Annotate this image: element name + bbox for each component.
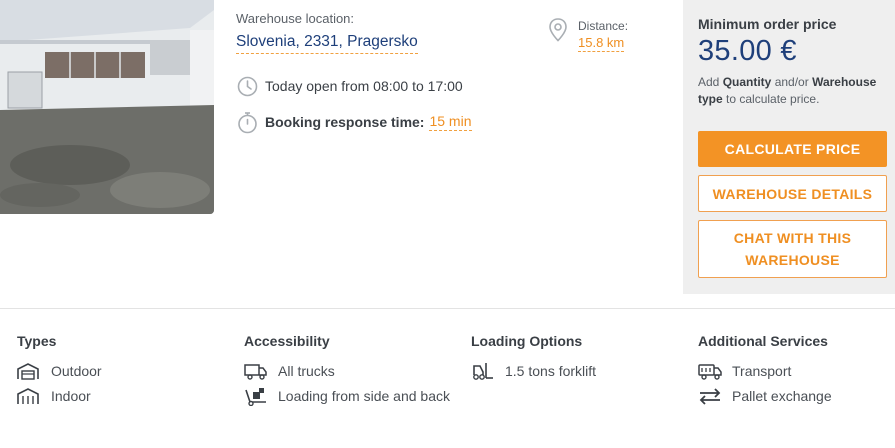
truck-icon [244, 362, 268, 381]
feature-item: 1.5 tons forklift [471, 362, 681, 381]
opening-hours: Today open from 08:00 to 17:00 [236, 75, 463, 97]
divider [0, 308, 895, 309]
stopwatch-icon [236, 111, 258, 133]
loading-options-title: Loading Options [471, 333, 583, 349]
opening-hours-text: Today open from 08:00 to 17:00 [265, 78, 463, 94]
map-pin-icon [548, 18, 568, 47]
feature-item: Pallet exchange [698, 387, 895, 406]
clock-icon [236, 75, 258, 97]
location-value[interactable]: Slovenia, 2331, Pragersko [236, 33, 418, 54]
feature-item: Outdoor [17, 362, 227, 381]
calculate-price-button[interactable]: CALCULATE PRICE [698, 131, 887, 167]
price-panel: Minimum order price 35.00 € Add Quantity… [683, 0, 895, 294]
booking-response-value: 15 min [429, 113, 472, 131]
outdoor-shed-icon [17, 362, 41, 381]
minimum-price: 35.00 € [698, 35, 797, 67]
types-title: Types [17, 333, 57, 349]
booking-response-label: Booking response time: [265, 114, 425, 130]
price-note: Add Quantity and/or Warehouse type to ca… [698, 75, 877, 106]
loading-options-section: Loading Options 1.5 tons forklift [471, 333, 681, 387]
accessibility-section: Accessibility All trucks Loading from si… [244, 333, 454, 412]
chat-with-warehouse-button[interactable]: CHAT WITH THIS WAREHOUSE [698, 220, 887, 278]
hand-truck-icon [244, 387, 268, 406]
distance-value: 15.8 km [578, 35, 625, 52]
additional-services-section: Additional Services Transport Pallet exc… [698, 333, 895, 412]
distance-label: Distance: [578, 19, 629, 33]
warehouse-details-button[interactable]: WAREHOUSE DETAILS [698, 175, 887, 212]
panel-title: Minimum order price [698, 16, 837, 32]
feature-item: Loading from side and back [244, 387, 454, 406]
indoor-warehouse-icon [17, 387, 41, 406]
feature-item: All trucks [244, 362, 454, 381]
location-label: Warehouse location: [236, 11, 355, 26]
forklift-icon [471, 362, 495, 381]
booking-response: Booking response time: 15 min [236, 111, 472, 133]
feature-item: Indoor [17, 387, 227, 406]
types-section: Types Outdoor Indoor [17, 333, 227, 412]
accessibility-title: Accessibility [244, 333, 330, 349]
exchange-arrows-icon [698, 387, 722, 406]
feature-item: Transport [698, 362, 895, 381]
transport-truck-icon [698, 362, 722, 381]
additional-services-title: Additional Services [698, 333, 828, 349]
warehouse-photo[interactable] [0, 0, 214, 214]
